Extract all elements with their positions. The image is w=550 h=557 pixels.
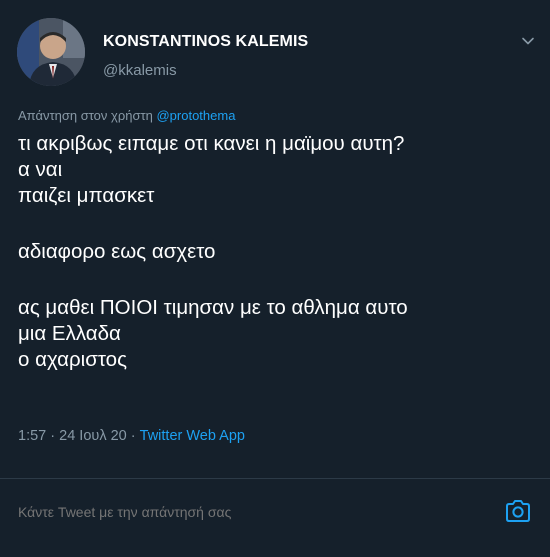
tweet-time[interactable]: 1:57 [18, 428, 46, 444]
reply-bar [0, 479, 550, 557]
tweet-card: KONSTANTINOS KALEMIS @kkalemis Απάντηση … [0, 0, 550, 480]
author-handle[interactable]: @kkalemis [103, 62, 177, 79]
tweet-line: ας μαθει ΠΟΙΟΙ τιμησαν με το αθλημα αυτο [18, 296, 408, 319]
reply-context: Απάντηση στον χρήστη @protothema [18, 108, 235, 123]
camera-icon [506, 500, 530, 522]
camera-button[interactable] [503, 496, 533, 526]
reply-context-prefix: Απάντηση στον χρήστη [18, 108, 153, 123]
tweet-menu-button[interactable] [517, 30, 539, 52]
reply-mention-link[interactable]: @protothema [156, 108, 235, 123]
reply-input[interactable] [18, 502, 488, 522]
tweet-text: τι ακριβως ειπαμε οτι κανει η μαϊμου αυτ… [18, 131, 538, 373]
tweet-line: τι ακριβως ειπαμε οτι κανει η μαϊμου αυτ… [18, 132, 405, 155]
meta-separator: · [50, 428, 56, 444]
tweet-line: παιζει μπασκετ [18, 184, 155, 207]
chevron-down-icon [522, 37, 534, 45]
avatar[interactable] [17, 18, 85, 86]
tweet-line: μια Ελλαδα [18, 322, 121, 345]
tweet-line: α ναι [18, 158, 63, 181]
tweet-line: αδιαφορο εως ασχετο [18, 240, 216, 263]
tweet-date[interactable]: 24 Ιουλ 20 [59, 428, 127, 444]
meta-separator: · [130, 428, 136, 444]
author-display-name[interactable]: KONSTANTINOS KALEMIS [103, 33, 308, 51]
avatar-photo [17, 18, 85, 86]
tweet-line: ο αχαριστος [18, 348, 127, 371]
tweet-meta: 1:57 · 24 Ιουλ 20 · Twitter Web App [18, 428, 245, 444]
tweet-source-link[interactable]: Twitter Web App [140, 428, 245, 444]
